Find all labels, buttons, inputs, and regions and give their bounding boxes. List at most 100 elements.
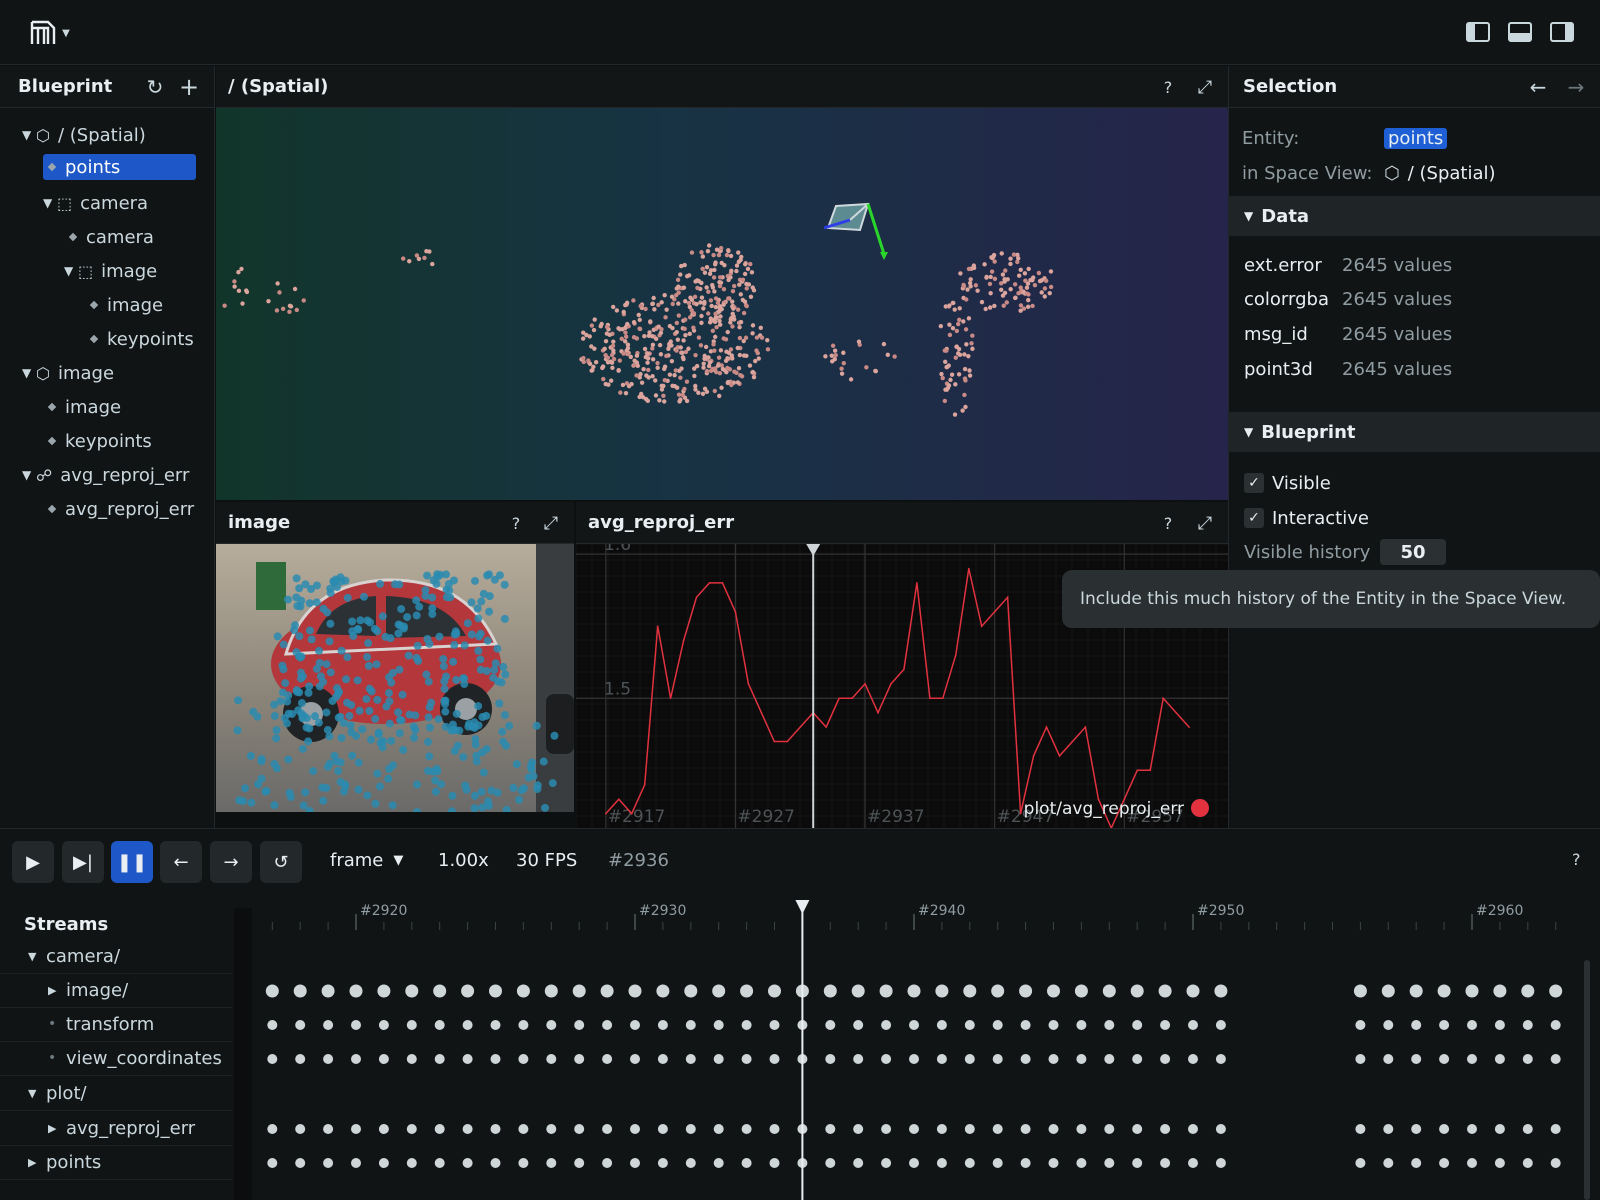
expand-triangle-icon[interactable]: ▼ [28,1087,46,1100]
blueprint-item--spatial-[interactable]: ▼ ⬡ / (Spatial) [22,120,146,150]
visible-checkbox[interactable]: ✓ [1244,473,1264,493]
expand-triangle-icon[interactable]: ▼ [43,196,57,210]
blueprint-item-keypoints[interactable]: keypoints [43,426,152,456]
spatial-viewport[interactable] [216,108,1228,500]
reset-blueprint-button[interactable]: ↻ [142,74,168,100]
series-point [656,625,659,627]
expand-triangle-icon[interactable]: ▼ [22,468,36,482]
series-point [1019,812,1022,815]
collapsed-triangle-icon[interactable]: ▶ [48,984,66,997]
image-view-title: image [228,512,291,533]
blueprint-item-image[interactable]: ▼ ⬚ image [64,256,157,286]
blueprint-item-camera[interactable]: ▼ ⬚ camera [43,188,148,218]
interactive-checkbox[interactable]: ✓ [1244,508,1264,528]
collapse-icon: ▼ [1244,425,1254,439]
data-value: 2645 values [1342,254,1453,276]
pause-button[interactable]: ❚❚ [111,841,153,883]
selection-back-button[interactable]: ← [1525,74,1551,100]
timeline-tick-label: #2940 [918,903,965,919]
help-icon: ? [1163,513,1173,533]
space-view-link[interactable]: / (Spatial) [1408,163,1496,184]
visible-checkbox-row[interactable]: ✓ Visible [1244,468,1331,498]
expand-triangle-icon[interactable]: ▼ [64,264,78,278]
collapsed-triangle-icon[interactable]: ▶ [28,1156,46,1169]
legend-swatch [1191,799,1209,817]
play-button[interactable]: ▶ [12,841,54,883]
blueprint-item-camera[interactable]: camera [64,222,154,252]
blueprint-item-image[interactable]: image [85,290,163,320]
group-icon: ⬚ [78,261,94,281]
stream-row-avg-reproj-err[interactable]: ▶ avg_reproj_err [48,1111,195,1145]
collapsed-triangle-icon[interactable]: ▶ [48,1122,66,1135]
timeline-cursor-handle-icon[interactable] [794,900,810,914]
toggle-left-panel-button[interactable] [1464,20,1492,44]
blueprint-item-image[interactable]: ▼ ⬡ image [22,358,114,388]
stream-row-points[interactable]: ▶ points [28,1145,101,1179]
loop-button[interactable]: ↺ [260,841,302,883]
plot-view-title: avg_reproj_err [588,512,735,533]
plot-view-header: avg_reproj_err [576,502,1228,544]
stream-row-camera-[interactable]: ▼ camera/ [28,939,120,973]
image-help-button[interactable]: ? [504,510,528,536]
entity-dot-icon [68,232,78,242]
toggle-right-panel-button[interactable] [1548,20,1576,44]
selection-title: Selection [1243,76,1338,97]
event-dots[interactable] [252,1124,1561,1134]
event-dots[interactable] [252,1158,1561,1168]
image-viewport[interactable] [216,544,574,812]
step-forward-button[interactable]: ▶| [62,841,104,883]
series-point [1149,769,1152,772]
playback-speed[interactable]: 1.00x [438,850,489,871]
stream-row-plot-[interactable]: ▼ plot/ [28,1076,87,1110]
entity-dot-icon [47,504,57,514]
fps-setting[interactable]: 30 FPS [516,850,577,871]
event-dots[interactable] [252,984,1563,998]
blueprint-item-keypoints[interactable]: keypoints [85,324,194,354]
event-dots[interactable] [252,1020,1561,1030]
image-maximize-button[interactable]: ⤢ [538,510,564,536]
series-point [682,639,685,642]
stream-label: plot/ [46,1082,87,1104]
blueprint-title: Blueprint [18,76,113,97]
stream-row-view-coordinates[interactable]: • view_coordinates [48,1041,222,1075]
series-point [980,625,983,627]
add-space-view-button[interactable]: + [176,73,202,101]
series-point [967,567,970,570]
interactive-checkbox-row[interactable]: ✓ Interactive [1244,503,1369,533]
event-dots[interactable] [252,1054,1561,1064]
entity-link[interactable]: points [1384,127,1448,149]
streams-title: Streams [24,914,109,935]
timeline-help-button[interactable]: ? [1572,850,1581,869]
stream-row-image-[interactable]: ▶ image/ [48,973,128,1007]
next-frame-button[interactable]: → [210,841,252,883]
spatial-help-button[interactable]: ? [1156,74,1180,100]
series-point [605,812,607,815]
app-logo-menu[interactable]: ▼ [24,16,74,50]
series-point [1032,755,1035,757]
series-point [903,668,905,671]
prev-frame-button[interactable]: ← [160,841,202,883]
visible-label: Visible [1272,472,1331,494]
data-section-header[interactable]: ▼ Data [1228,196,1600,236]
blueprint-item-label: image [107,294,164,316]
plot-help-button[interactable]: ? [1156,510,1180,536]
maximize-icon: ⤢ [1197,76,1213,98]
spatial-maximize-button[interactable]: ⤢ [1192,74,1218,100]
plot-maximize-button[interactable]: ⤢ [1192,510,1218,536]
timeline-scrollbar[interactable] [1584,960,1590,1200]
blueprint-section-header[interactable]: ▼ Blueprint [1228,412,1600,452]
timeline-area[interactable]: #2920 #2930 #2940 #2950 #2960 [252,900,1582,1200]
expand-triangle-icon[interactable]: ▼ [28,950,46,963]
toggle-bottom-panel-button[interactable] [1506,20,1534,44]
blueprint-item-avg-reproj-err[interactable]: avg_reproj_err [43,494,194,524]
blueprint-item-avg-reproj-err[interactable]: ▼ ☍ avg_reproj_err [22,460,189,490]
blueprint-item-points[interactable]: points [43,154,196,180]
selection-forward-button[interactable]: → [1563,74,1589,100]
visible-history-input[interactable]: 50 [1380,539,1446,565]
timeline-selector[interactable]: frame ▼ [330,850,403,871]
expand-triangle-icon[interactable]: ▼ [22,128,36,142]
blueprint-item-image[interactable]: image [43,392,121,422]
play-icon: ▶ [26,851,40,873]
stream-row-transform[interactable]: • transform [48,1007,154,1041]
expand-triangle-icon[interactable]: ▼ [22,366,36,380]
